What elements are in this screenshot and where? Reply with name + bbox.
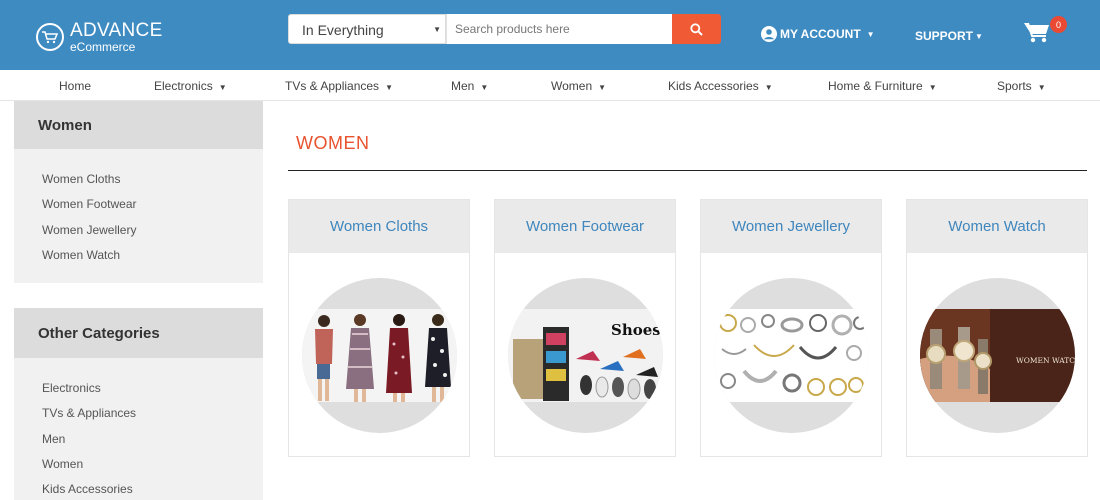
sidebar-item-women-watch[interactable]: Women Watch	[42, 248, 263, 273]
chevron-down-icon: ▼	[975, 31, 983, 41]
chevron-down-icon: ▼	[764, 83, 773, 92]
sidebar-item-tvs-appliances[interactable]: TVs & Appliances	[42, 406, 263, 431]
sidebar-women-panel: Women Women Cloths Women Footwear Women …	[14, 101, 263, 283]
site-header: ADVANCE eCommerce In Everything ▼ MY ACC…	[0, 0, 1100, 70]
card-image-frame	[714, 278, 869, 433]
nav-item-home-furniture[interactable]: Home & Furniture ▼	[828, 79, 937, 93]
search-button[interactable]	[672, 14, 721, 44]
nav-item-label: Men	[451, 79, 475, 93]
cart-logo-icon	[36, 23, 64, 51]
category-card-women-cloths[interactable]: Women Cloths	[288, 199, 470, 457]
nav-item-label: Home	[59, 79, 92, 93]
select-caret-icon: ▼	[433, 25, 441, 34]
sidebar-item-women-cloths[interactable]: Women Cloths	[42, 172, 263, 197]
category-card-women-watch[interactable]: Women Watch WOMEN WATCHES	[906, 199, 1088, 457]
search-category-value: In Everything	[302, 22, 384, 38]
nav-item-label: Home & Furniture	[828, 79, 923, 93]
women-jewellery-photo	[714, 309, 869, 402]
sidebar-item-men[interactable]: Men	[42, 432, 263, 457]
sidebar-item-kids-accessories[interactable]: Kids Accessories	[42, 482, 263, 500]
search-icon	[690, 22, 703, 36]
category-card-women-footwear[interactable]: Women Footwear Shoes	[494, 199, 676, 457]
sidebar-item-electronics[interactable]: Electronics	[42, 381, 263, 406]
chevron-down-icon: ▼	[1037, 83, 1046, 92]
card-title[interactable]: Women Cloths	[289, 200, 469, 253]
sidebar-women-title: Women	[14, 101, 263, 149]
chevron-down-icon: ▼	[218, 83, 227, 92]
search-category-select[interactable]: In Everything ▼	[288, 14, 446, 44]
card-image-frame: Shoes	[508, 278, 663, 433]
my-account-menu[interactable]: MY ACCOUNT ▼	[761, 26, 875, 42]
shopping-cart-icon	[1024, 22, 1049, 43]
nav-item-electronics[interactable]: Electronics ▼	[154, 79, 227, 93]
cart-count-badge: 0	[1050, 16, 1067, 33]
my-account-label: MY ACCOUNT	[780, 27, 861, 41]
page-title: WOMEN	[296, 133, 370, 153]
search-bar: In Everything ▼	[288, 14, 721, 44]
nav-item-kids-accessories[interactable]: Kids Accessories ▼	[668, 79, 773, 93]
search-input[interactable]	[446, 14, 672, 44]
support-label: SUPPORT	[915, 29, 974, 43]
sidebar-other-categories-panel: Other Categories Electronics TVs & Appli…	[14, 308, 263, 500]
women-watch-photo: WOMEN WATCHES	[920, 309, 1075, 402]
nav-item-sports[interactable]: Sports ▼	[997, 79, 1046, 93]
title-divider	[288, 170, 1087, 171]
card-image-frame: WOMEN WATCHES	[920, 278, 1075, 433]
sidebar-item-women-footwear[interactable]: Women Footwear	[42, 197, 263, 222]
nav-item-men[interactable]: Men ▼	[451, 79, 488, 93]
user-icon	[761, 26, 777, 42]
card-title[interactable]: Women Footwear	[495, 200, 675, 253]
card-title[interactable]: Women Jewellery	[701, 200, 881, 253]
logo-subtitle: eCommerce	[70, 40, 136, 54]
chevron-down-icon: ▼	[928, 83, 937, 92]
nav-item-label: Electronics	[154, 79, 213, 93]
chevron-down-icon: ▼	[866, 29, 875, 39]
nav-item-label: Women	[551, 79, 593, 93]
chevron-down-icon: ▼	[598, 83, 607, 92]
main-navigation: Home Electronics ▼ TVs & Appliances ▼ Men ▼…	[0, 70, 1100, 101]
nav-item-women[interactable]: Women ▼	[551, 79, 606, 93]
shoes-caption: Shoes	[611, 321, 661, 339]
nav-item-label: Sports	[997, 79, 1032, 93]
sidebar-other-categories-list: Electronics TVs & Appliances Men Women K…	[14, 358, 263, 500]
women-cloths-photo	[302, 309, 457, 402]
nav-item-label: Kids Accessories	[668, 79, 759, 93]
category-card-women-jewellery[interactable]: Women Jewellery	[700, 199, 882, 457]
sidebar-item-women-jewellery[interactable]: Women Jewellery	[42, 223, 263, 248]
chevron-down-icon: ▼	[385, 83, 393, 92]
nav-item-home[interactable]: Home	[59, 79, 91, 93]
logo-title: ADVANCE	[70, 20, 163, 41]
chevron-down-icon: ▼	[480, 83, 489, 92]
card-title[interactable]: Women Watch	[907, 200, 1087, 253]
cart-button[interactable]	[1024, 21, 1052, 45]
nav-item-label: TVs & Appliances	[285, 79, 380, 93]
women-footwear-photo: Shoes	[508, 309, 663, 402]
card-image-frame	[302, 278, 457, 433]
sidebar-item-women[interactable]: Women	[42, 457, 263, 482]
watches-caption: WOMEN WATCHES	[1016, 356, 1075, 365]
site-logo[interactable]: ADVANCE eCommerce	[36, 21, 163, 53]
nav-item-tvs-appliances[interactable]: TVs & Appliances ▼	[285, 79, 393, 93]
support-menu[interactable]: SUPPORT ▼	[915, 29, 983, 43]
sidebar-women-list: Women Cloths Women Footwear Women Jewell…	[14, 149, 263, 273]
sidebar-other-categories-title: Other Categories	[14, 308, 263, 358]
